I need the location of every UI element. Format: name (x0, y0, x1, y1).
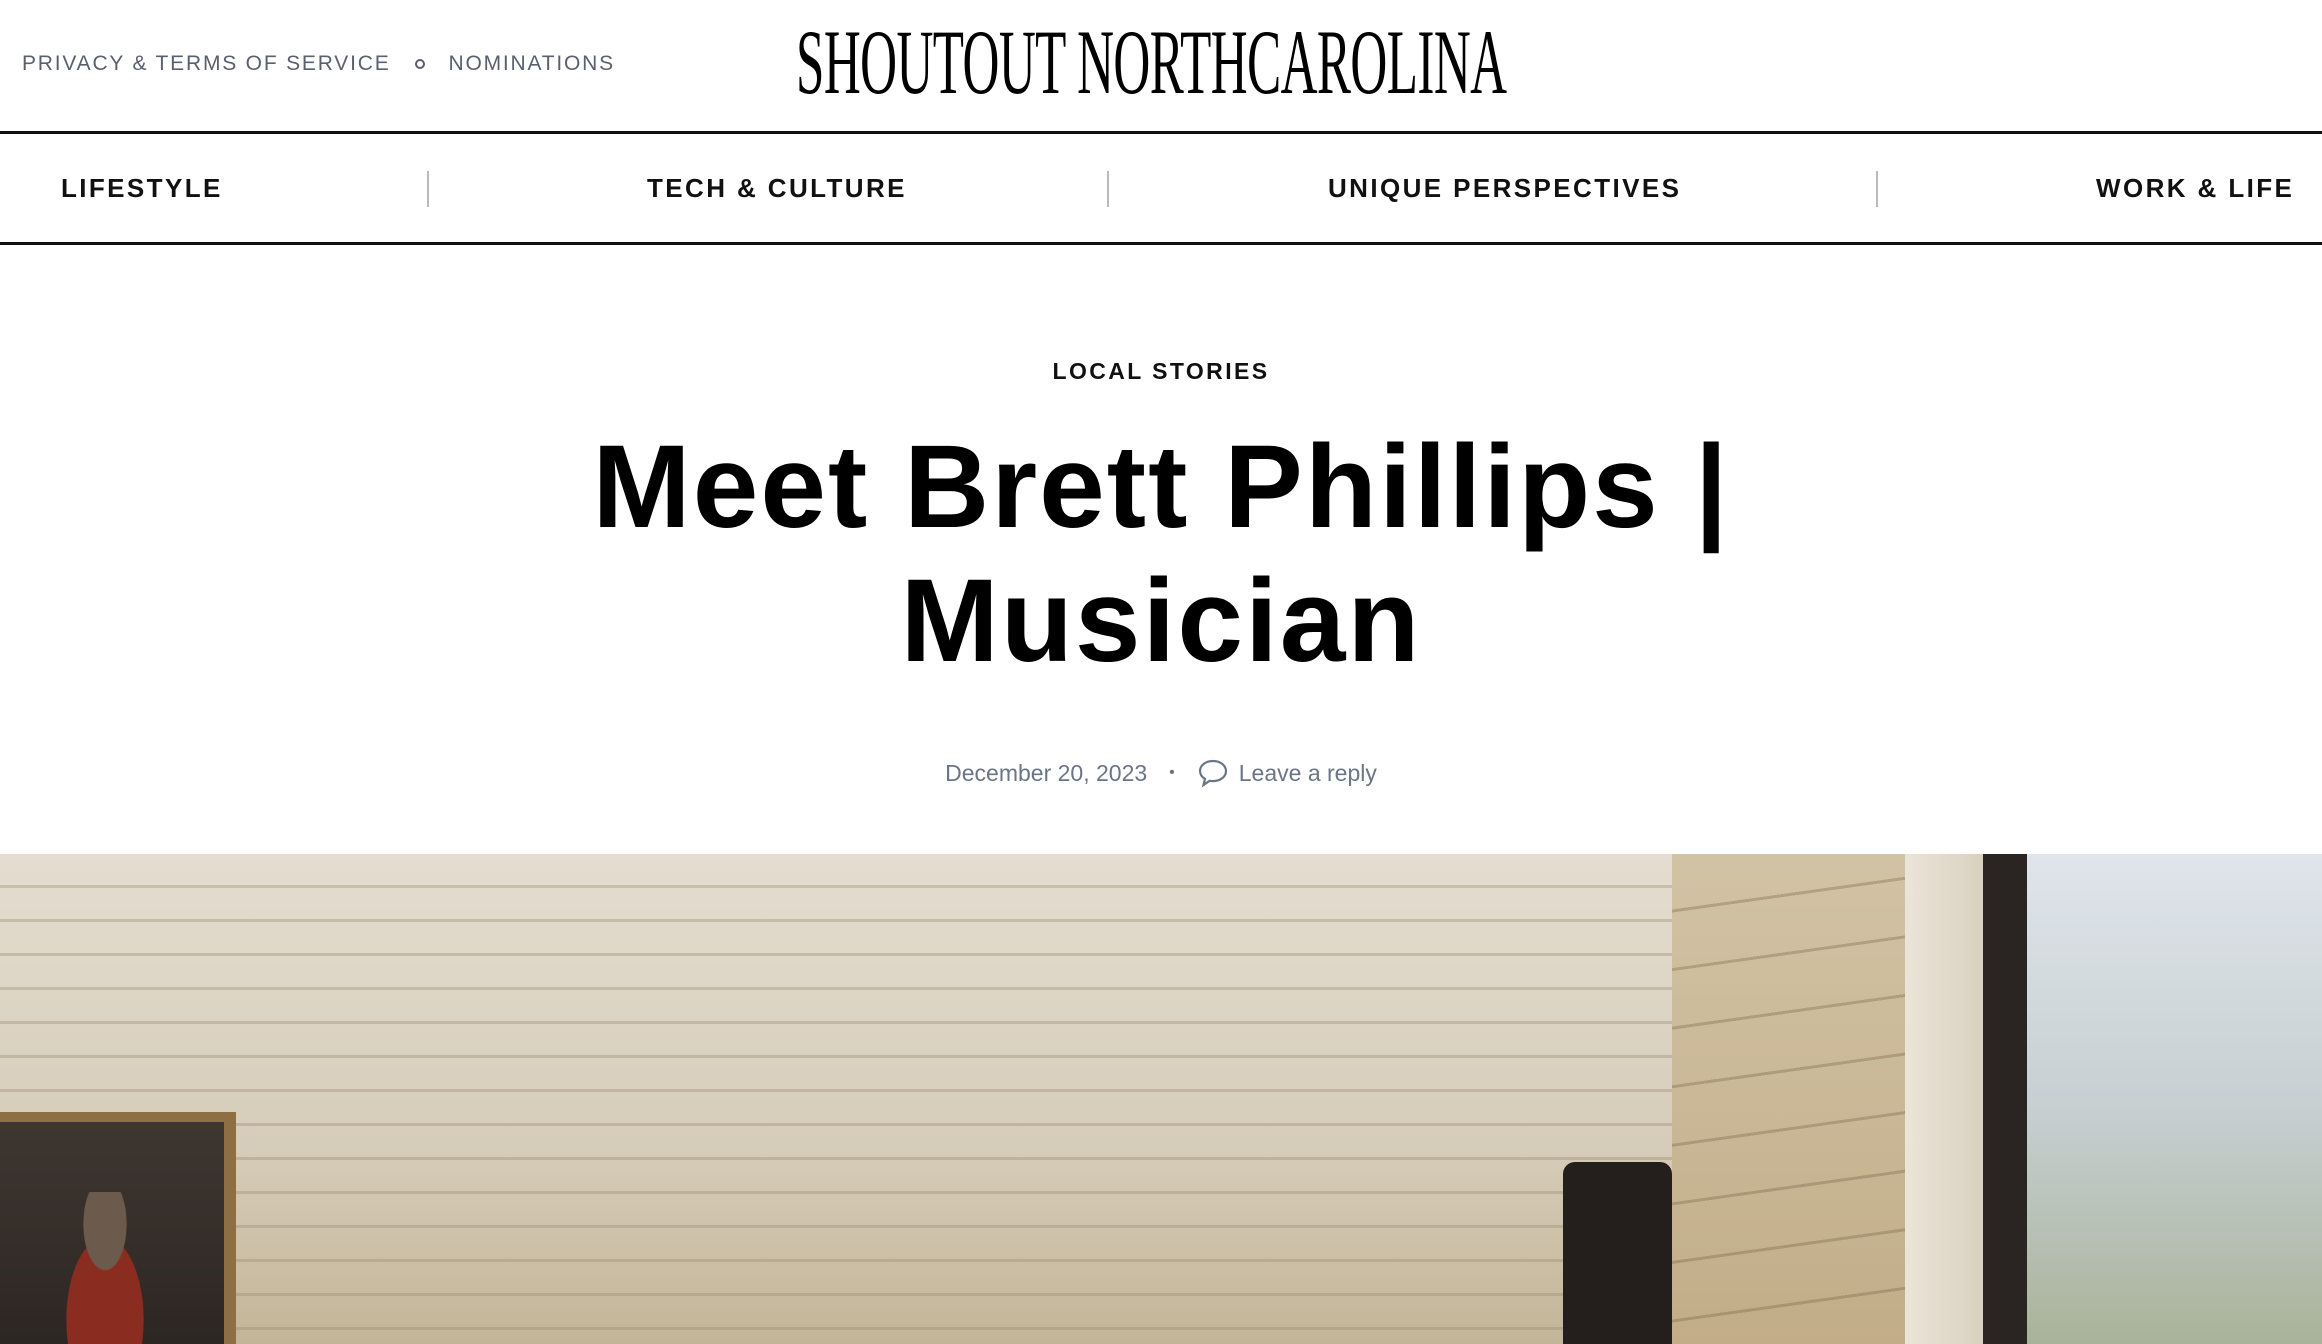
corner-wall (1672, 854, 1905, 1344)
site-logo[interactable]: SHOUTOUT NORTHCAROLINA (796, 11, 1550, 113)
header-divider (0, 131, 2322, 134)
nav-divider (0, 242, 2322, 245)
featured-image (0, 854, 2322, 1344)
nav-work-life[interactable]: WORK & LIFE (2096, 173, 2294, 204)
nav-lifestyle[interactable]: LIFESTYLE (61, 173, 223, 204)
leave-reply-link[interactable]: Leave a reply (1239, 760, 1377, 787)
privacy-terms-link[interactable]: PRIVACY & TERMS OF SERVICE (22, 52, 391, 76)
category-link[interactable]: LOCAL STORIES (0, 358, 2322, 385)
meta-separator: • (1169, 764, 1175, 781)
nav-unique-perspectives[interactable]: UNIQUE PERSPECTIVES (1328, 173, 1681, 204)
comment-icon (1198, 759, 1227, 788)
nav-tech-culture[interactable]: TECH & CULTURE (647, 173, 907, 204)
post-date[interactable]: December 20, 2023 (945, 760, 1147, 787)
separator-dot (414, 59, 425, 69)
window-frame (1983, 854, 2027, 1344)
article-title: Meet Brett Phillips | Musician (0, 420, 2322, 688)
top-links: PRIVACY & TERMS OF SERVICE NOMINATIONS (22, 52, 615, 76)
speaker (1563, 1162, 1672, 1344)
framed-picture (0, 1112, 236, 1344)
pillar (1905, 854, 1983, 1344)
nav-separator (1876, 171, 1878, 207)
nav-separator (1107, 171, 1109, 207)
window (2027, 854, 2322, 1344)
logo-text: SHOUTOUT NORTHCAROLINA (796, 11, 1507, 113)
article-meta: December 20, 2023 • Leave a reply (0, 758, 2322, 788)
nominations-link[interactable]: NOMINATIONS (449, 52, 615, 76)
title-line-1: Meet Brett Phillips | (592, 421, 1730, 553)
main-nav: LIFESTYLE TECH & CULTURE UNIQUE PERSPECT… (0, 135, 2322, 244)
nav-separator (427, 171, 429, 207)
brick-wall (0, 854, 1672, 1344)
title-line-2: Musician (900, 555, 1422, 687)
